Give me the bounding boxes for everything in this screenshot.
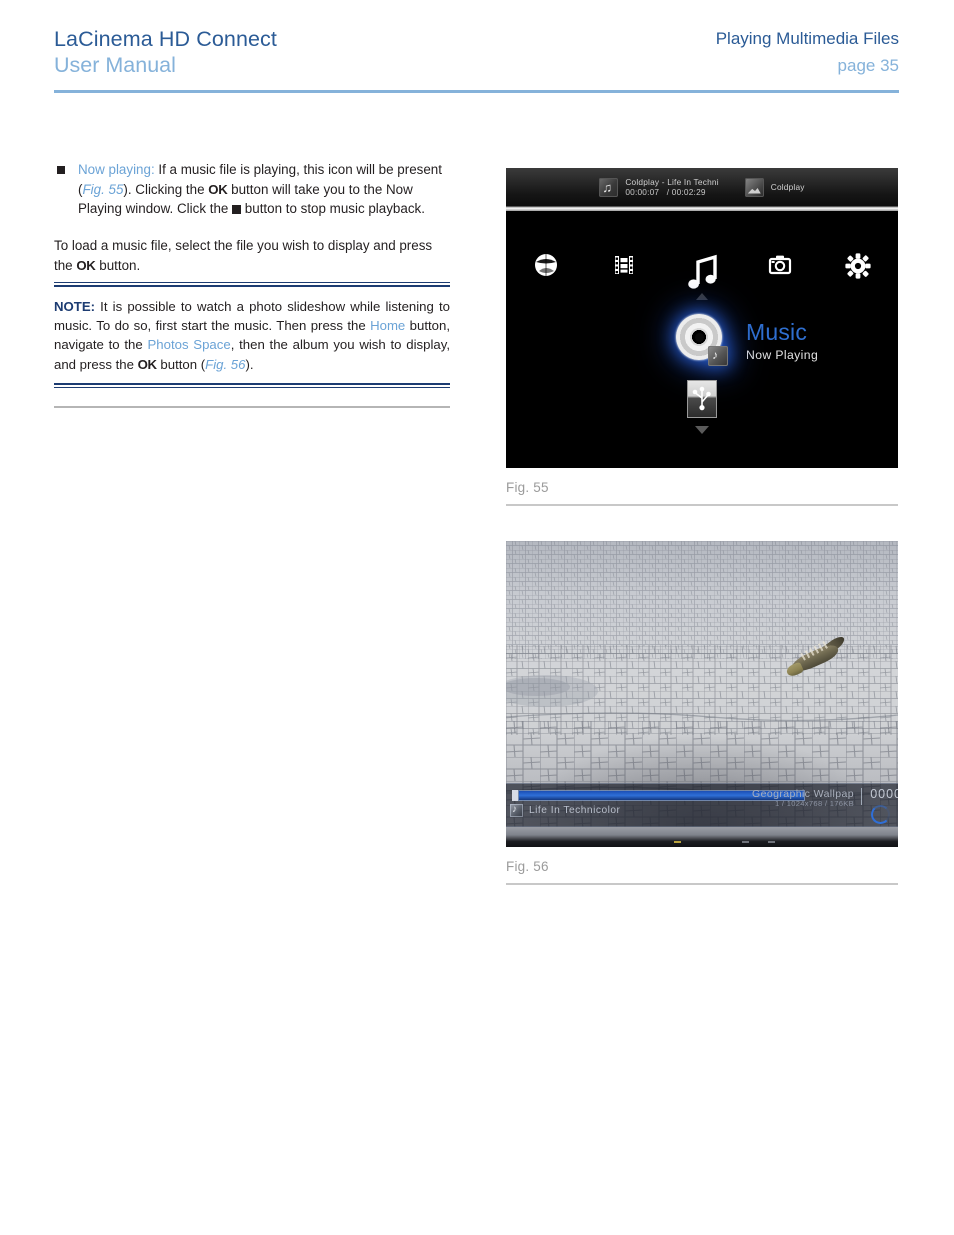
status-time-separator: /	[666, 187, 670, 197]
album-art-icon	[744, 177, 764, 197]
bullet-square-icon	[57, 166, 65, 174]
status-track-time: 00:00:07 / 00:02:29	[625, 187, 718, 197]
now-playing-subtitle: Now Playing	[746, 347, 819, 362]
video-space-icon[interactable]	[585, 252, 663, 298]
bullet-lead-label: Now playing:	[78, 162, 155, 177]
status-album-name: Coldplay	[770, 182, 805, 192]
bullet-text-2: ). Clicking the	[123, 181, 209, 197]
strip-tick	[768, 841, 775, 843]
hud-counter: 0000	[870, 787, 898, 801]
figure-56: ♪ Life In Technicolor Geographic Wallpap…	[506, 541, 898, 885]
fig-ref-56-link[interactable]: Fig. 56	[205, 357, 245, 372]
photos-space-link[interactable]: Photos Space	[147, 337, 230, 352]
figure-55-caption: Fig. 55	[506, 480, 549, 495]
note-body: NOTE: It is possible to watch a photo sl…	[54, 287, 450, 383]
note-bottom-rule-thin	[54, 386, 450, 388]
status-now-playing-track[interactable]: ♫ Coldplay - Life In Techni 00:00:07 / 0…	[599, 176, 719, 198]
note-top-rule-thin	[54, 282, 450, 283]
product-title: LaCinema HD Connect	[54, 27, 277, 51]
media-player-screenshot: ♫ Coldplay - Life In Techni 00:00:07 / 0…	[506, 168, 898, 468]
progress-knob[interactable]	[512, 790, 518, 801]
ok-button-glyph-1: OK	[208, 181, 228, 197]
space-icon-row	[506, 252, 898, 298]
photo-space-icon[interactable]	[741, 252, 819, 298]
note-text-4: button (	[156, 356, 206, 372]
player-status-bar: ♫ Coldplay - Life In Techni 00:00:07 / 0…	[506, 168, 898, 211]
note-text-5: ).	[245, 356, 254, 372]
photo-bottom-strip	[506, 827, 898, 847]
strip-tick-highlight	[674, 841, 681, 843]
loading-spinner-icon	[871, 805, 890, 824]
ok-button-glyph-2: OK	[76, 257, 96, 273]
scroll-up-caret-icon[interactable]	[696, 293, 708, 300]
header-left: LaCinema HD Connect User Manual	[54, 26, 277, 79]
now-playing-title: Music	[746, 318, 808, 345]
home-link[interactable]: Home	[370, 318, 405, 333]
status-album[interactable]: Coldplay	[744, 177, 805, 197]
section-title: Playing Multimedia Files	[715, 29, 899, 48]
note-callout: NOTE: It is possible to watch a photo sl…	[54, 282, 450, 388]
hud-photo-meta: Geographic Wallpap 1 / 1024x768 / 176KB	[752, 788, 854, 809]
figure-56-caption: Fig. 56	[506, 859, 549, 874]
stop-button-glyph	[232, 205, 242, 215]
page-number: page 35	[837, 56, 899, 75]
music-file-icon: ♪	[510, 804, 523, 817]
home-space-icon[interactable]	[507, 252, 585, 298]
hud-separator	[861, 788, 862, 805]
hud-track-row: ♪ Life In Technicolor	[510, 804, 620, 817]
slideshow-hud: ♪ Life In Technicolor Geographic Wallpap…	[506, 783, 898, 827]
bullet-text-4: button to stop music playback.	[241, 201, 425, 217]
figure-56-divider	[506, 883, 898, 885]
section-divider-gray	[54, 406, 450, 408]
note-label: NOTE:	[54, 299, 96, 314]
bullet-now-playing: Now playing: If a music file is playing,…	[54, 160, 450, 219]
status-track-title: Coldplay - Life In Techni	[625, 176, 719, 187]
hud-track-name: Life In Technicolor	[529, 805, 621, 816]
music-file-icon: ♫	[599, 177, 619, 197]
page-header: LaCinema HD Connect User Manual Playing …	[54, 26, 899, 92]
disc-music-icon: ♪	[676, 314, 730, 368]
fig-ref-55-link[interactable]: Fig. 55	[82, 182, 123, 197]
now-playing-tile[interactable]: ♪ Music Now Playing	[676, 314, 818, 368]
body-text-column: Now playing: If a music file is playing,…	[54, 160, 450, 276]
hud-photo-info: 1 / 1024x768 / 176KB	[774, 799, 854, 809]
settings-space-icon[interactable]	[819, 252, 897, 298]
ok-button-glyph-3: OK	[137, 356, 157, 372]
figure-55-divider	[506, 504, 898, 506]
note-bottom-rule-thick	[54, 382, 450, 385]
strip-tick	[742, 841, 749, 843]
paragraph-load-music: To load a music file, select the file yo…	[54, 236, 450, 275]
photo-slideshow-screenshot: ♪ Life In Technicolor Geographic Wallpap…	[506, 541, 898, 847]
header-right: Playing Multimedia Files page 35	[716, 26, 899, 79]
music-space-icon[interactable]	[663, 252, 741, 298]
scroll-down-caret-icon[interactable]	[695, 426, 709, 434]
status-duration: 00:02:29	[671, 187, 706, 197]
usb-device-icon	[687, 380, 717, 418]
header-divider	[54, 90, 899, 93]
status-elapsed: 00:00:07	[625, 187, 660, 197]
figure-55: ♫ Coldplay - Life In Techni 00:00:07 / 0…	[506, 168, 898, 506]
paragraph-text-2: button.	[95, 257, 141, 273]
product-subtitle: User Manual	[54, 53, 176, 77]
usb-device-tile[interactable]	[685, 380, 719, 420]
